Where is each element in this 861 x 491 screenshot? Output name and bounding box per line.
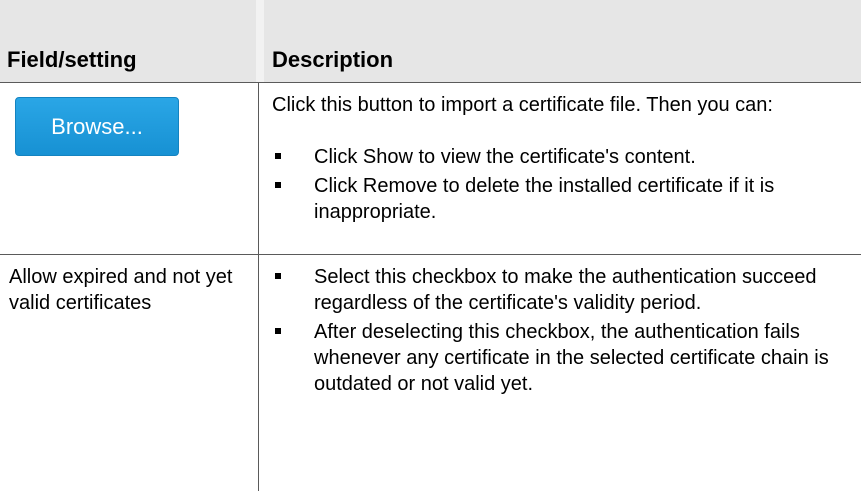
column-header-description: Description [272, 47, 394, 72]
bullet-text: After deselecting this checkbox, the aut… [314, 321, 829, 395]
bullet-icon [275, 328, 281, 334]
column-divider [258, 82, 259, 491]
row-1-bullet-list: Click Show to view the certificate's con… [272, 144, 832, 225]
list-item: Click Remove to delete the installed cer… [272, 173, 832, 225]
bullet-icon [275, 153, 281, 159]
bullet-text: Select this checkbox to make the authent… [314, 266, 817, 314]
row-1-description-intro: Click this button to import a certificat… [272, 94, 773, 116]
row-2-field-label: Allow expired and not yet valid certific… [9, 266, 233, 314]
bullet-icon [275, 273, 281, 279]
header-divider [256, 0, 264, 82]
row-2-bullet-list: Select this checkbox to make the authent… [272, 264, 832, 397]
bullet-icon [275, 182, 281, 188]
row-divider [0, 254, 861, 255]
list-item: Click Show to view the certificate's con… [272, 144, 832, 170]
row-divider [0, 82, 861, 83]
list-item: After deselecting this checkbox, the aut… [272, 319, 832, 397]
browse-button[interactable]: Browse... [15, 97, 179, 156]
bullet-text: Click Show to view the certificate's con… [314, 146, 696, 168]
settings-table: Field/setting Description Browse... Clic… [0, 0, 861, 491]
list-item: Select this checkbox to make the authent… [272, 264, 832, 316]
bullet-text: Click Remove to delete the installed cer… [314, 175, 775, 223]
column-header-field: Field/setting [7, 47, 137, 72]
